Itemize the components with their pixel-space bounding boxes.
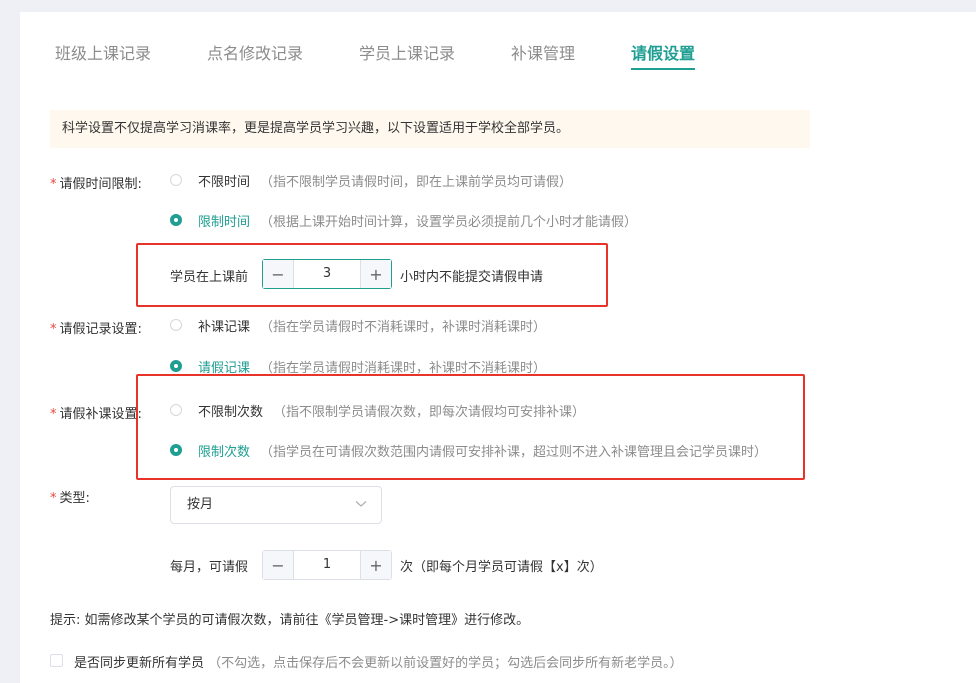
leave-time-limit-label-text: 请假时间限制: [59, 177, 142, 192]
radio-leave-deduct[interactable]: 请假记课 （指在学员请假时消耗课时，补课时不消耗课时） [170, 356, 546, 376]
radio-label: 请假记课 [198, 360, 251, 376]
leave-time-limit-label: * 请假时间限制: [50, 173, 142, 192]
tab-leave-settings[interactable]: 请假设置 [631, 40, 695, 64]
tab-makeup-management[interactable]: 补课管理 [511, 40, 575, 64]
radio-label: 不限时间 [198, 174, 251, 190]
monthly-after-text: 次（即每个月学员可请假【x】次） [400, 560, 603, 575]
tab-rollcall-edit-records[interactable]: 点名修改记录 [207, 40, 303, 64]
monthly-before-text: 每月，可请假 [170, 560, 249, 575]
tab-bar: 班级上课记录 点名修改记录 学员上课记录 补课管理 请假设置 [20, 12, 976, 74]
type-label-text: 类型: [59, 491, 90, 506]
active-tab-underline [631, 68, 695, 70]
type-label: * 类型: [50, 487, 90, 506]
radio-label: 限制时间 [198, 214, 251, 230]
required-mark: * [50, 407, 57, 422]
sync-label[interactable]: 是否同步更新所有学员 [74, 656, 204, 671]
required-mark: * [50, 177, 57, 192]
highlight-box-time-limit [136, 243, 608, 307]
radio-unlimited-time[interactable]: 不限时间 （指不限制学员请假时间，即在上课前学员均可请假） [170, 170, 572, 190]
main-card: 班级上课记录 点名修改记录 学员上课记录 补课管理 请假设置 科学设置不仅提高学… [20, 12, 976, 683]
monthly-count-value[interactable]: 1 [294, 551, 360, 579]
radio-circle-selected[interactable] [170, 360, 182, 372]
tab-student-class-records[interactable]: 学员上课记录 [359, 40, 455, 64]
radio-description: （指在学员请假时不消耗课时，补课时消耗课时） [260, 319, 547, 335]
radio-label: 补课记课 [198, 319, 251, 335]
tab-class-records[interactable]: 班级上课记录 [55, 40, 151, 64]
chevron-down-icon [355, 501, 367, 507]
type-select[interactable]: 按月 [170, 486, 382, 524]
required-mark: * [50, 491, 57, 506]
sync-description: （不勾选，点击保存后不会更新以前设置好的学员；勾选后会同步所有新老学员。） [208, 656, 683, 671]
radio-circle-selected[interactable] [170, 214, 182, 226]
radio-circle[interactable] [170, 174, 182, 186]
leave-record-label: * 请假记录设置: [50, 318, 142, 337]
leave-record-label-text: 请假记录设置: [59, 322, 142, 337]
radio-description: （指不限制学员请假时间，即在上课前学员均可请假） [260, 174, 573, 190]
radio-limited-time[interactable]: 限制时间 （根据上课开始时间计算，设置学员必须提前几个小时才能请假） [170, 210, 637, 230]
radio-makeup-deduct[interactable]: 补课记课 （指在学员请假时不消耗课时，补课时消耗课时） [170, 315, 546, 335]
notice-banner: 科学设置不仅提高学习消课率，更是提高学员学习兴趣，以下设置适用于学校全部学员。 [50, 110, 810, 148]
radio-circle[interactable] [170, 319, 182, 331]
increment-button[interactable]: + [360, 551, 391, 579]
radio-description: （指在学员请假时消耗课时，补课时不消耗课时） [260, 360, 547, 376]
highlight-box-makeup [136, 374, 805, 480]
required-mark: * [50, 322, 57, 337]
leave-makeup-label-text: 请假补课设置: [59, 407, 142, 422]
monthly-count-stepper[interactable]: − 1 + [262, 550, 392, 580]
decrement-button[interactable]: − [263, 551, 294, 579]
leave-makeup-label: * 请假补课设置: [50, 403, 142, 422]
sync-all-students-text: 是否同步更新所有学员 （不勾选，点击保存后不会更新以前设置好的学员；勾选后会同步… [74, 652, 683, 671]
radio-description: （根据上课开始时间计算，设置学员必须提前几个小时才能请假） [260, 214, 638, 230]
type-select-value: 按月 [187, 497, 214, 512]
sync-all-students-checkbox[interactable] [50, 654, 63, 667]
tip-text: 提示: 如需修改某个学员的可请假次数，请前往《学员管理->课时管理》进行修改。 [50, 613, 530, 628]
